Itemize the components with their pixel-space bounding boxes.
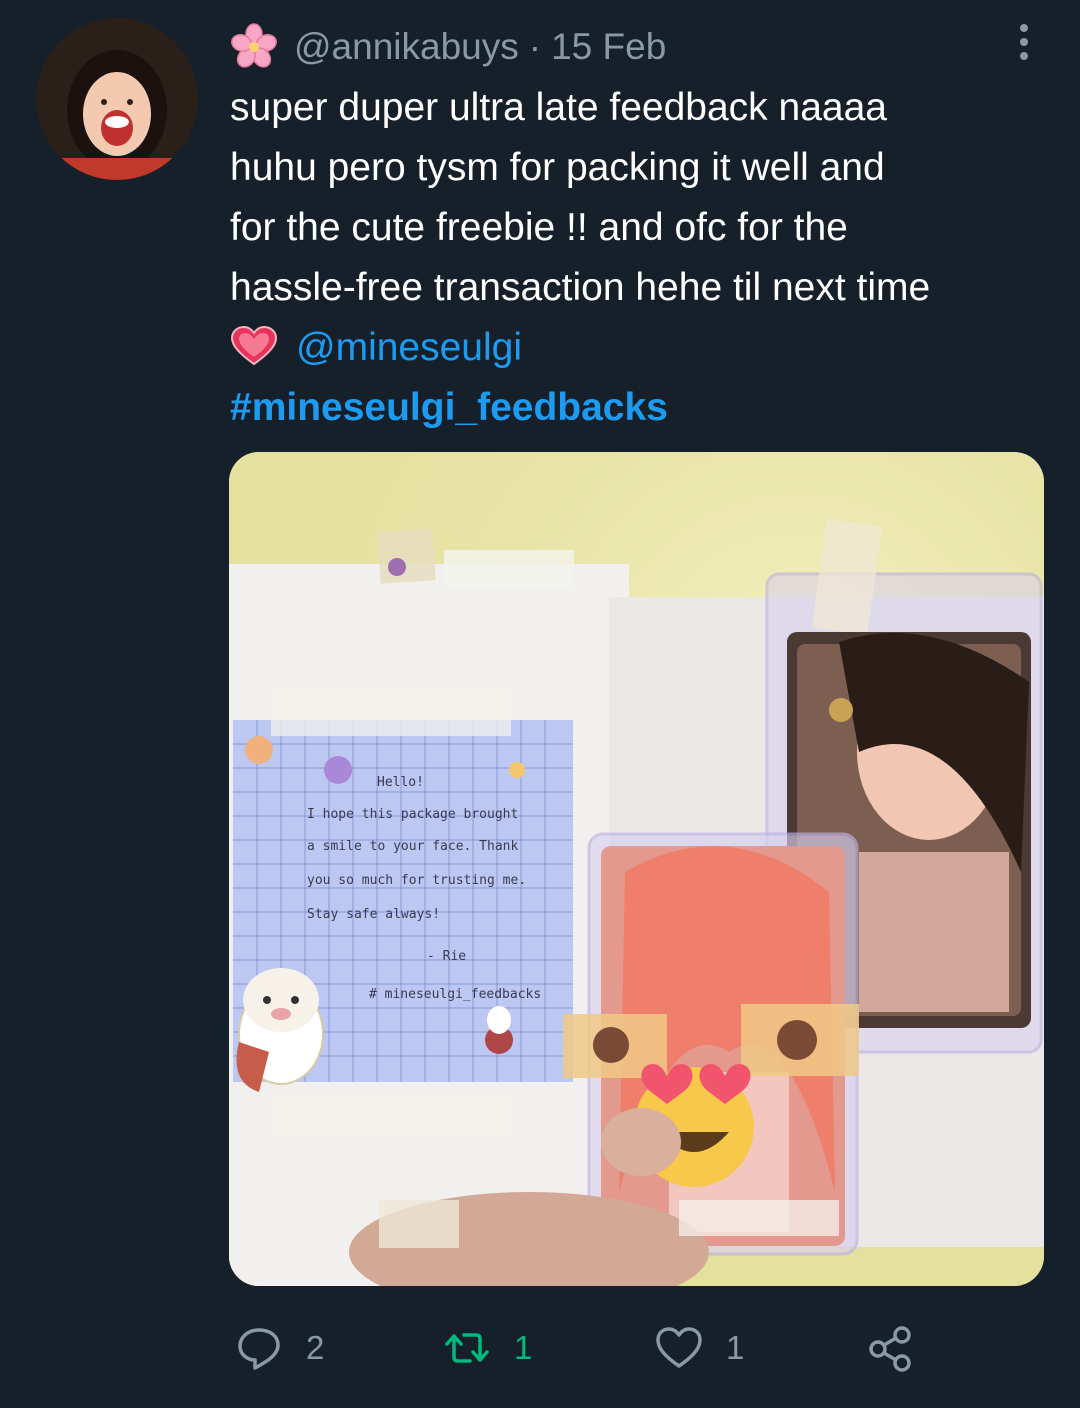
retweet-icon	[445, 1333, 489, 1363]
action-bar: 2 1 1	[0, 1318, 1080, 1378]
note-text: you so much for trusting me.	[307, 873, 526, 888]
note-text: Stay safe always!	[307, 907, 440, 922]
tweet-date[interactable]: 15 Feb	[551, 26, 666, 68]
share-button[interactable]	[866, 1318, 938, 1378]
note-text: # mineseulgi_feedbacks	[369, 987, 541, 1002]
tweet-text: super duper ultra late feedback naaaa hu…	[230, 78, 1060, 438]
photo-illustration: Hello! I hope this package brought a smi…	[229, 452, 1044, 1286]
tweet-text-line: huhu pero tysm for packing it well and	[230, 146, 885, 189]
header-separator: ·	[528, 26, 542, 67]
note-text: a smile to your face. Thank	[307, 839, 518, 854]
reply-icon	[238, 1328, 280, 1370]
like-button[interactable]: 1	[654, 1318, 744, 1378]
reply-button[interactable]: 2	[234, 1318, 324, 1378]
mention-line: @mineseulgi	[230, 318, 1060, 378]
share-icon	[869, 1326, 911, 1372]
like-count: 1	[726, 1329, 745, 1366]
cherry-blossom-icon	[231, 23, 277, 68]
tweet-text-line: for the cute freebie !! and ofc for the	[230, 206, 848, 249]
reply-count: 2	[306, 1329, 325, 1366]
like-icon	[656, 1327, 702, 1368]
tweet-header: @annikabuys · 15 Feb	[230, 22, 1020, 72]
retweet-button[interactable]: 1	[442, 1318, 532, 1378]
tweet-photo[interactable]: Hello! I hope this package brought a smi…	[229, 452, 1044, 1286]
avatar[interactable]	[36, 18, 198, 180]
note-text: I hope this package brought	[307, 807, 518, 822]
tweet-text-line: super duper ultra late feedback naaaa	[230, 86, 887, 129]
avatar-image	[36, 18, 198, 180]
hashtag-link[interactable]: #mineseulgi_feedbacks	[230, 378, 1060, 438]
retweet-count: 1	[514, 1329, 533, 1366]
more-vertical-icon[interactable]	[1014, 22, 1034, 62]
heart-emoji-icon	[230, 326, 278, 366]
user-handle[interactable]: @annikabuys	[294, 26, 519, 68]
mention-link[interactable]: @mineseulgi	[296, 326, 522, 369]
tweet-text-line: hassle-free transaction hehe til next ti…	[230, 266, 931, 309]
note-text: - Rie	[427, 949, 466, 964]
note-text: Hello!	[377, 775, 424, 790]
